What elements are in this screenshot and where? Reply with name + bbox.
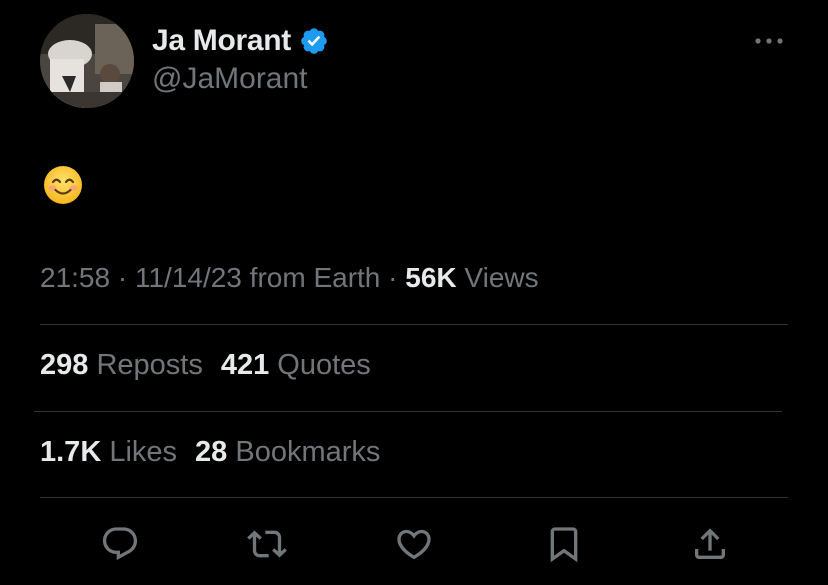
meta-separator: · — [117, 262, 128, 293]
avatar-photo — [40, 14, 134, 108]
quotes-count: 421 — [220, 349, 270, 381]
bookmark-icon — [550, 527, 578, 563]
author-name-row: Ja Morant — [152, 22, 329, 60]
likes-stat[interactable]: 1.7K Likes — [40, 436, 177, 468]
reposts-stat[interactable]: 298 Reposts — [40, 349, 203, 381]
bookmarks-count: 28 — [195, 436, 228, 468]
reply-button[interactable] — [100, 524, 140, 564]
tweet-date[interactable]: 11/14/23 — [135, 262, 242, 293]
quotes-stat[interactable]: 421 Quotes — [221, 349, 371, 381]
stats-row-reposts-quotes: 298 Reposts 421 Quotes — [40, 349, 371, 382]
meta-separator: · — [388, 262, 398, 293]
divider — [34, 411, 782, 412]
share-icon — [695, 528, 725, 559]
avatar[interactable] — [40, 14, 134, 108]
tweet-emoji-smiling-face-icon — [42, 164, 84, 206]
bookmarks-stat[interactable]: 28 Bookmarks — [195, 436, 380, 468]
like-button[interactable] — [394, 524, 434, 564]
divider — [40, 324, 788, 325]
share-button[interactable] — [690, 524, 730, 564]
like-icon — [397, 529, 431, 560]
bookmarks-label: Bookmarks — [235, 436, 381, 468]
more-options-icon[interactable] — [752, 30, 786, 52]
views-count: 56K — [405, 262, 457, 293]
views-label: Views — [464, 262, 539, 293]
repost-icon — [247, 530, 287, 558]
reposts-label: Reposts — [96, 349, 203, 381]
reply-icon — [102, 527, 138, 561]
reposts-count: 298 — [40, 349, 89, 381]
likes-label: Likes — [109, 436, 178, 468]
bookmark-button[interactable] — [544, 524, 584, 564]
tweet-metadata: 21:58 · 11/14/23 from Earth · 56K Views — [40, 262, 539, 294]
divider — [40, 497, 788, 498]
quotes-label: Quotes — [277, 349, 371, 381]
tweet-time[interactable]: 21:58 — [40, 262, 110, 293]
repost-button[interactable] — [247, 524, 287, 564]
tweet-source: from Earth — [249, 262, 381, 293]
author-display-name[interactable]: Ja Morant — [152, 24, 291, 58]
author-handle[interactable]: @JaMorant — [152, 62, 308, 96]
stats-row-likes-bookmarks: 1.7K Likes 28 Bookmarks — [40, 436, 380, 469]
verified-badge-icon[interactable] — [299, 26, 329, 56]
likes-count: 1.7K — [40, 436, 102, 468]
